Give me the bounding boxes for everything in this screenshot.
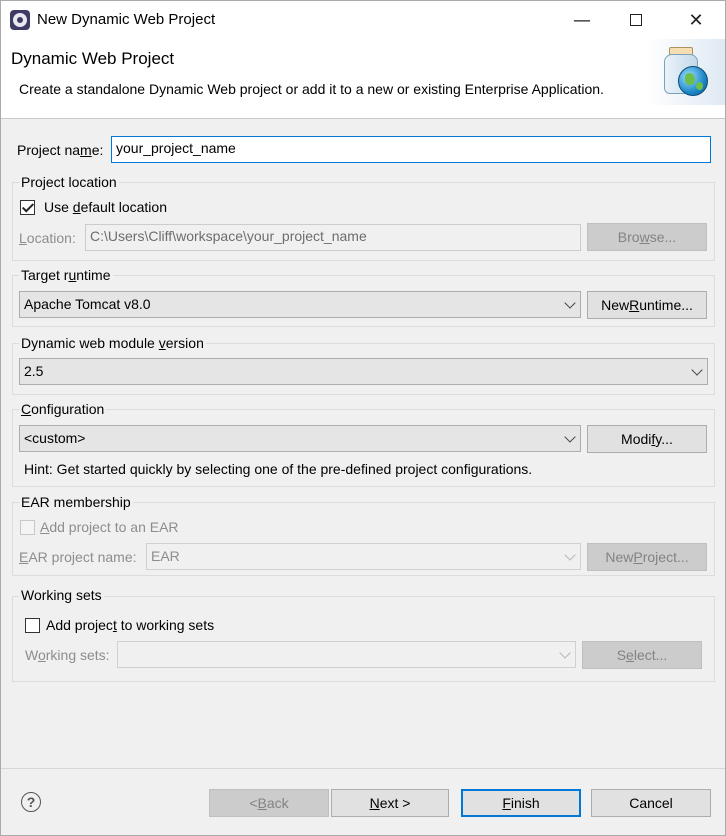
working-sets-title: Working sets bbox=[19, 587, 104, 603]
browse-button[interactable]: Bro w se... bbox=[587, 223, 707, 251]
title-bar: New Dynamic Web Project — ✕ bbox=[1, 1, 725, 39]
new-project-button[interactable]: New Project... bbox=[587, 543, 707, 571]
footer-separator bbox=[1, 768, 725, 769]
location-label: Location: bbox=[19, 230, 76, 246]
use-default-location-label: Use default location bbox=[44, 199, 167, 215]
configuration-select[interactable]: <custom> bbox=[19, 425, 581, 452]
add-to-working-sets-label: Add project to working sets bbox=[46, 617, 215, 633]
location-input[interactable]: C:\Users\Cliff\workspace\your_project_na… bbox=[85, 224, 581, 251]
window-title: New Dynamic Web Project bbox=[37, 11, 216, 28]
minimize-icon[interactable]: — bbox=[559, 1, 605, 39]
ear-project-name-label: EAR project name: bbox=[19, 549, 137, 565]
add-to-ear-checkbox[interactable] bbox=[20, 520, 35, 535]
configuration-hint: Hint: Get started quickly by selecting o… bbox=[24, 461, 533, 477]
finish-button[interactable]: Finish bbox=[461, 789, 581, 817]
working-sets-group bbox=[12, 596, 715, 682]
back-button[interactable]: < Back bbox=[209, 789, 329, 817]
project-name-input[interactable]: your_project_name bbox=[111, 136, 711, 163]
wizard-title: Dynamic Web Project bbox=[11, 49, 175, 68]
globe-icon bbox=[678, 66, 708, 96]
project-name-label: Project name: bbox=[17, 142, 104, 158]
add-to-working-sets-checkbox[interactable] bbox=[25, 618, 40, 633]
configuration-title: Configuration bbox=[19, 401, 107, 417]
chevron-down-icon bbox=[691, 364, 703, 376]
close-icon[interactable]: ✕ bbox=[673, 1, 719, 39]
next-button[interactable]: Next > bbox=[331, 789, 449, 817]
project-location-title: Project location bbox=[19, 174, 119, 190]
dialog-window: New Dynamic Web Project — ✕ Dynamic Web … bbox=[0, 0, 726, 836]
modify-button[interactable]: Modi f y... bbox=[587, 425, 707, 453]
new-runtime-button[interactable]: New Runtime... bbox=[587, 291, 707, 319]
target-runtime-title: Target runtime bbox=[19, 267, 113, 283]
wizard-banner: Dynamic Web Project Create a standalone … bbox=[1, 39, 725, 119]
module-version-select[interactable]: 2.5 bbox=[19, 358, 708, 385]
ear-membership-title: EAR membership bbox=[19, 494, 133, 510]
use-default-location-checkbox[interactable] bbox=[20, 200, 35, 215]
chevron-down-icon bbox=[564, 297, 576, 309]
add-to-ear-label: Add project to an EAR bbox=[40, 519, 179, 535]
chevron-down-icon bbox=[559, 647, 571, 659]
cancel-button[interactable]: Cancel bbox=[591, 789, 711, 817]
ear-project-name-select[interactable]: EAR bbox=[146, 543, 581, 570]
eclipse-app-icon bbox=[10, 10, 30, 30]
module-version-title: Dynamic web module version bbox=[19, 335, 206, 351]
chevron-down-icon bbox=[564, 431, 576, 443]
working-sets-label: Working sets: bbox=[25, 647, 110, 663]
working-sets-select[interactable] bbox=[117, 641, 576, 668]
web-project-wizard-icon bbox=[647, 39, 725, 105]
target-runtime-select[interactable]: Apache Tomcat v8.0 bbox=[19, 291, 581, 318]
wizard-description: Create a standalone Dynamic Web project … bbox=[19, 81, 604, 97]
chevron-down-icon bbox=[564, 549, 576, 561]
select-working-sets-button[interactable]: Se lect... bbox=[582, 641, 702, 669]
help-icon[interactable]: ? bbox=[21, 792, 41, 812]
maximize-icon[interactable] bbox=[613, 1, 659, 39]
